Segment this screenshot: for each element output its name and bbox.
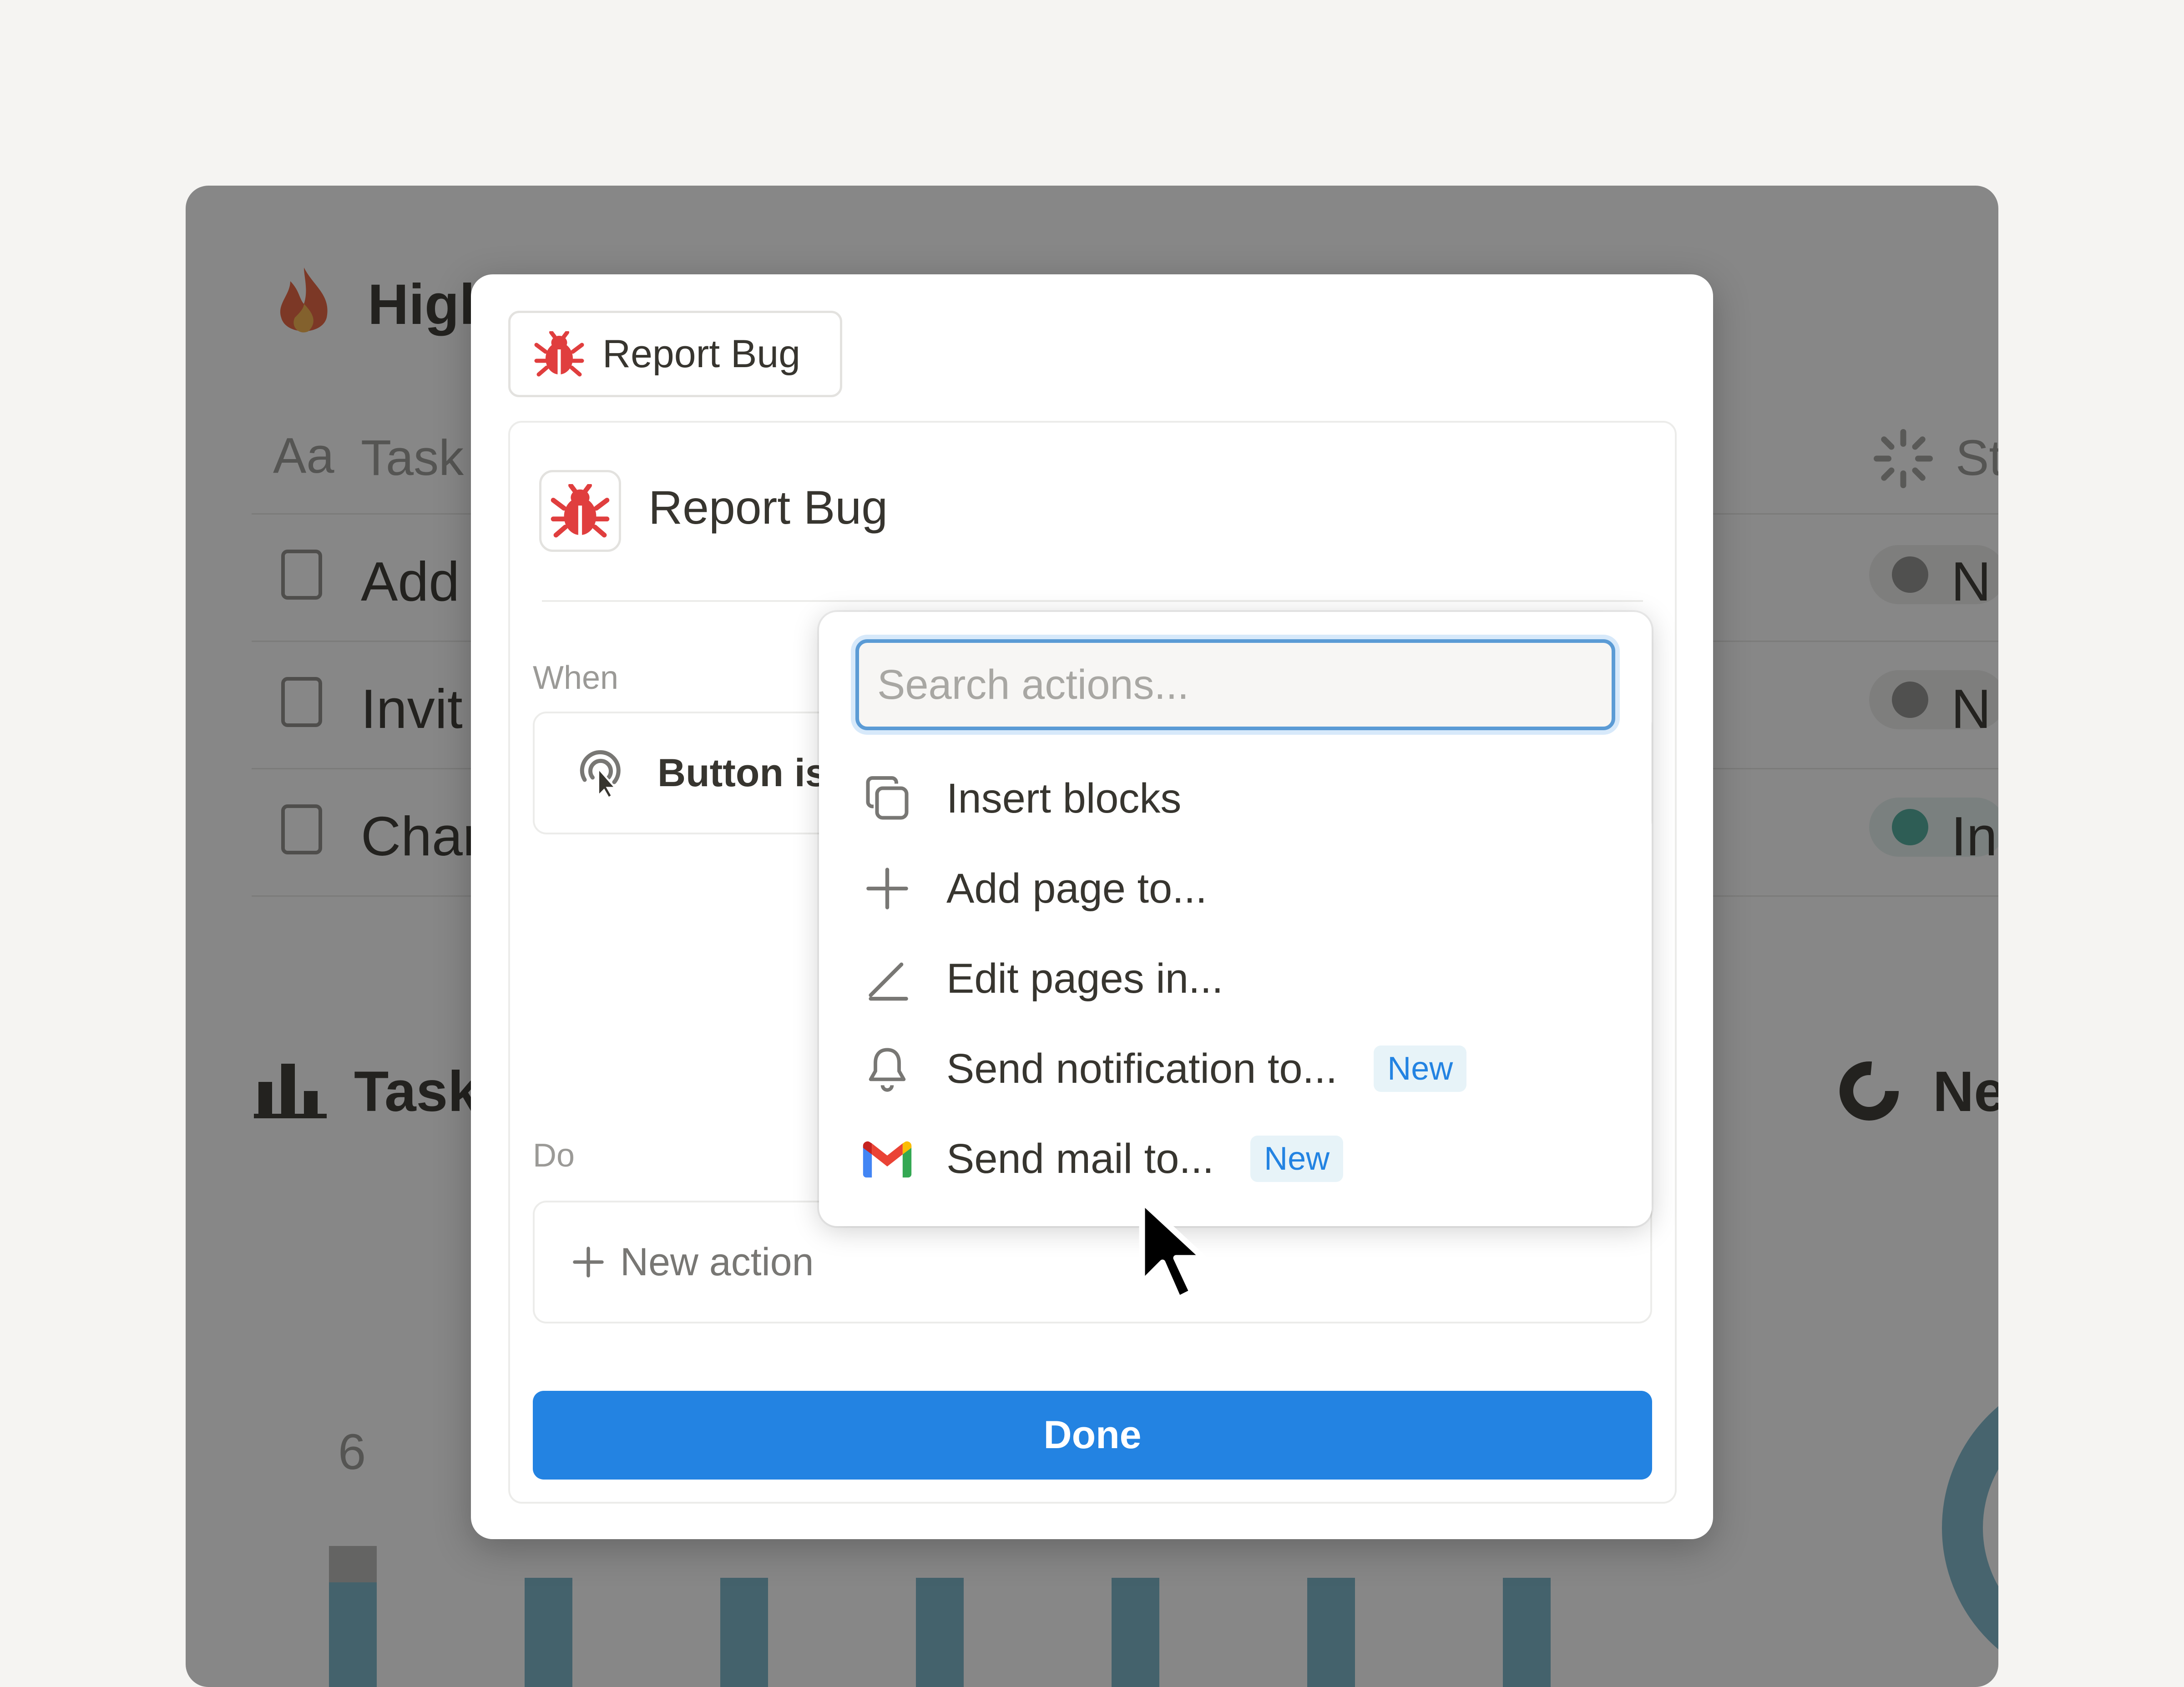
divider (542, 600, 1643, 602)
new-badge: New (1374, 1046, 1467, 1092)
menu-item-label: Send notification to... (946, 1045, 1338, 1092)
menu-item-send-mail[interactable]: Send mail to... New (860, 1122, 1611, 1195)
menu-item-label: Add page to... (946, 865, 1207, 912)
when-label: When (533, 660, 619, 696)
actions-dropdown: Insert blocks Add page to... Edit pages … (819, 612, 1652, 1226)
menu-item-label: Insert blocks (946, 775, 1182, 822)
done-button[interactable]: Done (533, 1391, 1652, 1480)
bell-icon (860, 1041, 915, 1096)
bug-icon (534, 331, 584, 377)
plus-icon (860, 861, 915, 916)
trigger-label: Button is (657, 751, 827, 795)
gmail-icon (860, 1131, 915, 1186)
tap-icon (580, 750, 621, 798)
search-actions-input[interactable] (855, 639, 1615, 730)
button-icon-picker[interactable] (539, 470, 621, 552)
new-action-label: New action (620, 1240, 814, 1284)
do-label: Do (533, 1137, 575, 1174)
bug-icon (551, 484, 610, 538)
pencil-icon (860, 951, 915, 1006)
chip-label: Report Bug (602, 332, 801, 376)
button-chip[interactable]: Report Bug (508, 311, 842, 397)
menu-item-label: Edit pages in... (946, 955, 1223, 1002)
plus-icon (573, 1247, 604, 1278)
mouse-cursor-icon (1139, 1198, 1207, 1302)
menu-item-add-page[interactable]: Add page to... (860, 852, 1611, 925)
copy-icon (860, 771, 915, 826)
menu-item-send-notification[interactable]: Send notification to... New (860, 1032, 1611, 1105)
menu-item-insert-blocks[interactable]: Insert blocks (860, 762, 1611, 835)
menu-item-edit-pages[interactable]: Edit pages in... (860, 942, 1611, 1015)
new-badge: New (1250, 1136, 1344, 1182)
button-name-input[interactable]: Report Bug (648, 481, 888, 535)
menu-item-label: Send mail to... (946, 1135, 1214, 1182)
